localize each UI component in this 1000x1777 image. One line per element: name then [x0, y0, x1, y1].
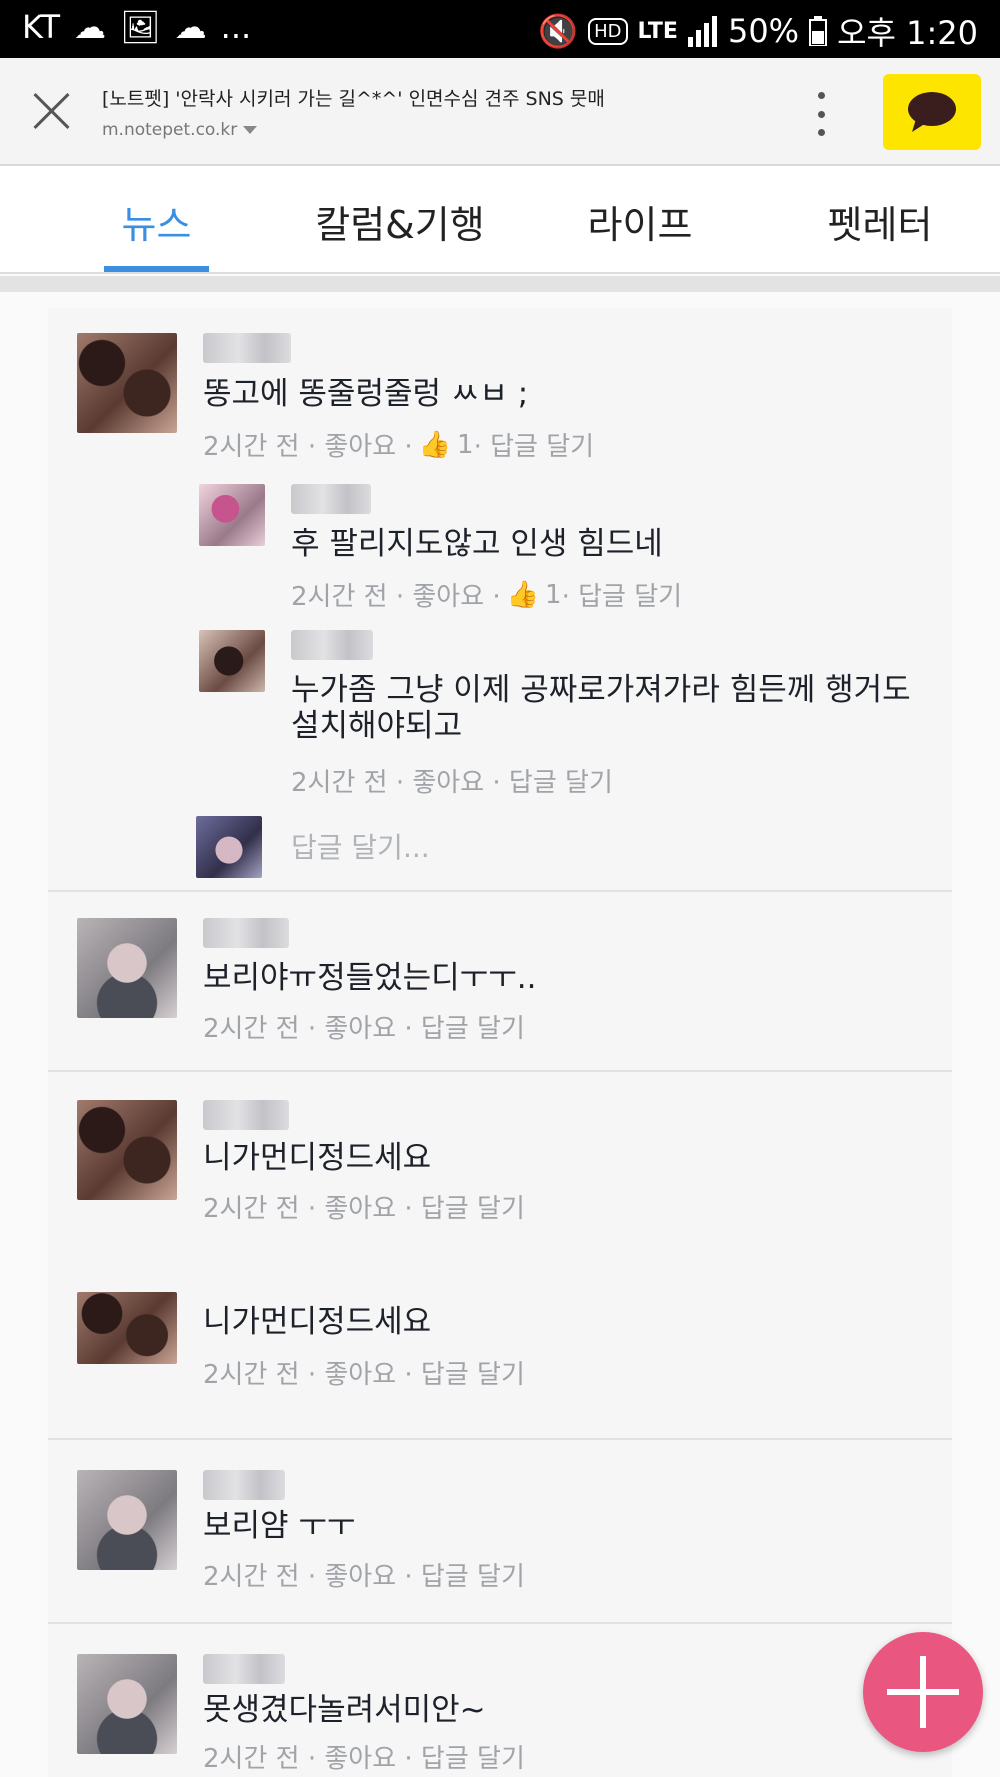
close-icon[interactable] — [26, 86, 76, 136]
author-name-blurred[interactable] — [203, 1654, 285, 1684]
avatar[interactable] — [77, 333, 177, 433]
battery-icon — [809, 16, 828, 46]
tab-news[interactable]: 뉴스 — [104, 194, 209, 274]
my-avatar — [196, 816, 262, 878]
clock: 오후 1:20 — [837, 14, 978, 52]
carrier-label: KT — [22, 8, 61, 46]
browser-toolbar: [노트펫] '안락사 시키러 가는 길^*^' 인면수심 견주 SNS 뭇매 m… — [0, 58, 1000, 166]
author-name-blurred[interactable] — [203, 1100, 289, 1130]
kakao-talk-button[interactable] — [883, 74, 981, 150]
mute-icon: 🔇 — [538, 12, 579, 50]
tab-pet-letter[interactable]: 펫레터 — [810, 194, 950, 274]
comment-item: 못생겼다놀려서미안~ 2시간 전 · 좋아요 · 답글 달기 — [48, 1624, 952, 1777]
comment-meta[interactable]: 2시간 전 · 좋아요 · 답글 달기 — [203, 1738, 525, 1775]
comment-item: 똥고에 똥줄렁줄렁 ㅆㅂ ; 2시간 전 · 좋아요 · 👍 1 · 답글 달기… — [48, 308, 952, 888]
section-divider — [0, 276, 1000, 292]
thumbs-up-icon: 👍 — [418, 429, 452, 460]
author-name-blurred[interactable] — [291, 630, 373, 660]
comment-meta: 2시간 전 · 좋아요 · 👍 1 · 답글 달기 — [203, 426, 594, 463]
reply-link[interactable]: · 답글 달기 — [562, 576, 682, 613]
cloud-icon: ☁ — [174, 8, 207, 46]
author-name-blurred[interactable] — [203, 333, 291, 363]
avatar[interactable] — [77, 1470, 177, 1570]
comment-item: 니가먼디정드세요 2시간 전 · 좋아요 · 답글 달기 — [48, 1072, 952, 1252]
network-type: LTE — [637, 18, 678, 44]
comment-text: 못생겼다놀려서미안~ — [203, 1692, 486, 1728]
avatar[interactable] — [77, 1100, 177, 1200]
author-name-blurred[interactable] — [291, 484, 371, 514]
avatar[interactable] — [199, 630, 265, 692]
battery-percent: 50% — [727, 12, 800, 50]
reply-text-line2: 설치해야되고 — [291, 708, 463, 744]
tab-column-travel[interactable]: 칼럼&기행 — [300, 194, 500, 274]
like-count: 1 — [545, 579, 562, 610]
tab-life[interactable]: 라이프 — [570, 194, 710, 274]
reply-text: 후 팔리지도않고 인생 힘드네 — [291, 526, 663, 562]
comment-meta[interactable]: 2시간 전 · 좋아요 · 답글 달기 — [291, 762, 613, 799]
reply-link[interactable]: · 답글 달기 — [474, 426, 594, 463]
comment-meta-text: 2시간 전 · 좋아요 · — [291, 582, 501, 612]
chevron-down-icon — [243, 126, 258, 134]
add-icon[interactable] — [863, 1632, 983, 1752]
thumbs-up-icon: 👍 — [506, 579, 540, 610]
comment-meta[interactable]: 2시간 전 · 좋아요 · 답글 달기 — [203, 1008, 525, 1045]
more-vert-icon[interactable] — [810, 92, 832, 136]
comment-item: 보리얌 ㅜㅜ 2시간 전 · 좋아요 · 답글 달기 — [48, 1440, 952, 1620]
more-notifications: ... — [220, 8, 252, 46]
active-tab-indicator — [104, 266, 209, 272]
kakao-talk-icon — [908, 92, 956, 132]
url-dropdown[interactable]: m.notepet.co.kr — [102, 120, 258, 140]
avatar[interactable] — [77, 918, 177, 1018]
author-name-blurred[interactable] — [203, 918, 289, 948]
comment-text: 보리야ㅠ정들었는디ㅜㅜ.. — [203, 960, 537, 996]
comment-item: 보리야ㅠ정들었는디ㅜㅜ.. 2시간 전 · 좋아요 · 답글 달기 — [48, 892, 952, 1072]
signal-icon — [687, 16, 717, 47]
comment-meta[interactable]: 2시간 전 · 좋아요 · 답글 달기 — [203, 1556, 525, 1593]
comment-meta[interactable]: 2시간 전 · 좋아요 · 답글 달기 — [203, 1354, 525, 1391]
category-tabs: 뉴스 칼럼&기행 라이프 펫레터 — [0, 166, 1000, 274]
status-bar: KT ☁ 🖼 ☁ ... 🔇 HD LTE 50% 오후 1:20 — [0, 0, 1000, 58]
comment-meta-text: 2시간 전 · 좋아요 · — [203, 432, 413, 462]
comment-list: 똥고에 똥줄렁줄렁 ㅆㅂ ; 2시간 전 · 좋아요 · 👍 1 · 답글 달기… — [48, 308, 952, 1777]
reply-input[interactable]: 답글 달기... — [291, 826, 430, 866]
page-title: [노트펫] '안락사 시키러 가는 길^*^' 인면수심 견주 SNS 뭇매 — [102, 88, 605, 110]
page-url: m.notepet.co.kr — [102, 120, 238, 140]
comment-text: 보리얌 ㅜㅜ — [203, 1508, 356, 1544]
comment-text: 똥고에 똥줄렁줄렁 ㅆㅂ ; — [203, 376, 529, 412]
comment-item: 니가먼디정드세요 2시간 전 · 좋아요 · 답글 달기 — [48, 1292, 952, 1442]
comment-text: 니가먼디정드세요 — [203, 1304, 432, 1340]
avatar[interactable] — [77, 1654, 177, 1754]
reply-text-line1: 누가좀 그냥 이제 공짜로가져가라 힘든께 행거도 — [291, 672, 911, 708]
comment-text: 니가먼디정드세요 — [203, 1140, 432, 1176]
avatar[interactable] — [199, 484, 265, 546]
author-name-blurred[interactable] — [203, 1470, 285, 1500]
hd-voice-icon: HD — [588, 17, 628, 45]
avatar[interactable] — [77, 1292, 177, 1364]
like-count: 1 — [457, 429, 474, 460]
cloud-icon: ☁ — [74, 8, 107, 46]
comment-meta: 2시간 전 · 좋아요 · 👍 1 · 답글 달기 — [291, 576, 682, 613]
image-icon: 🖼 — [120, 8, 161, 46]
comment-meta[interactable]: 2시간 전 · 좋아요 · 답글 달기 — [203, 1188, 525, 1225]
